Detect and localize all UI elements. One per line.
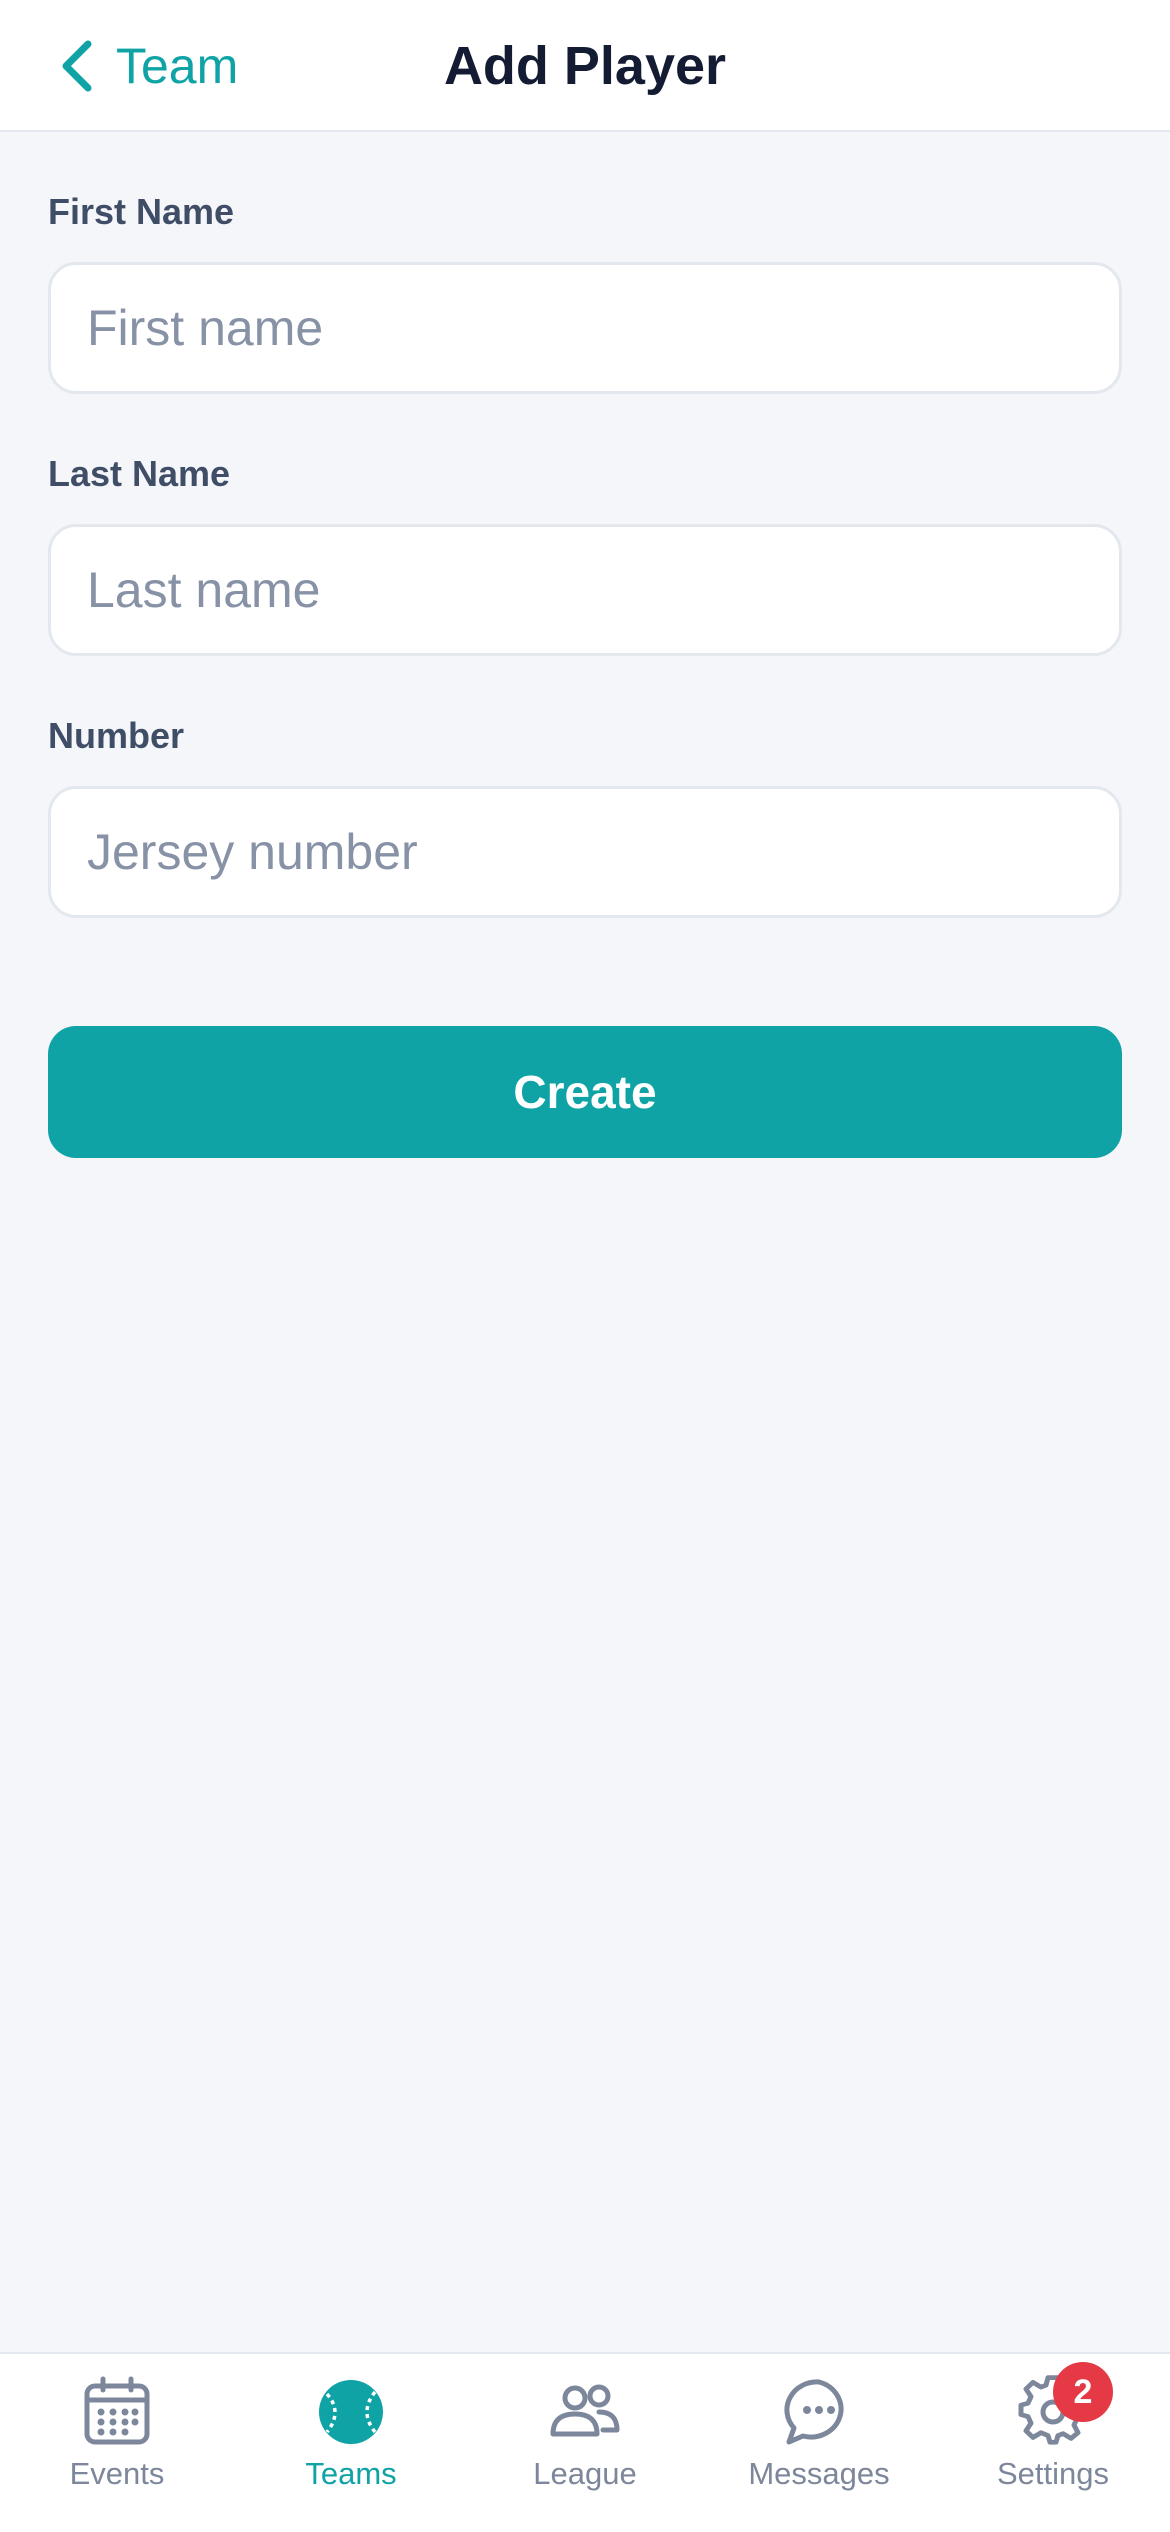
chat-icon — [784, 2379, 844, 2445]
notification-badge: 2 — [1053, 2362, 1113, 2422]
first-name-input[interactable] — [48, 262, 1122, 394]
calendar-icon — [84, 2376, 150, 2445]
create-button[interactable]: Create — [48, 1026, 1122, 1158]
first-name-label: First Name — [48, 191, 235, 232]
tab-label: League — [533, 2456, 637, 2491]
baseball-icon — [319, 2380, 383, 2444]
users-icon — [550, 2384, 620, 2437]
jersey-number-input[interactable] — [48, 786, 1122, 918]
chevron-left-icon — [62, 40, 92, 92]
tab-settings[interactable]: Settings 2 — [936, 2354, 1170, 2532]
tab-messages[interactable]: Messages — [702, 2354, 936, 2532]
back-label: Team — [116, 38, 239, 94]
add-player-form: First Name Last Name Number Create — [48, 132, 1122, 1158]
tab-label: Settings — [996, 2456, 1109, 2491]
number-label: Number — [48, 715, 185, 756]
back-button[interactable]: Team — [60, 30, 238, 102]
last-name-input[interactable] — [48, 524, 1122, 656]
nav-header: Team Add Player — [0, 0, 1170, 132]
tab-league[interactable]: League — [468, 2354, 702, 2532]
tab-teams[interactable]: Teams — [234, 2354, 468, 2532]
tab-label: Teams — [305, 2456, 397, 2491]
tab-events[interactable]: Events — [0, 2354, 234, 2532]
tab-label: Messages — [748, 2456, 890, 2491]
tab-bar: Events Teams League Messages Settings 2 — [0, 2352, 1170, 2532]
last-name-label: Last Name — [48, 453, 231, 494]
tab-label: Events — [69, 2456, 165, 2491]
